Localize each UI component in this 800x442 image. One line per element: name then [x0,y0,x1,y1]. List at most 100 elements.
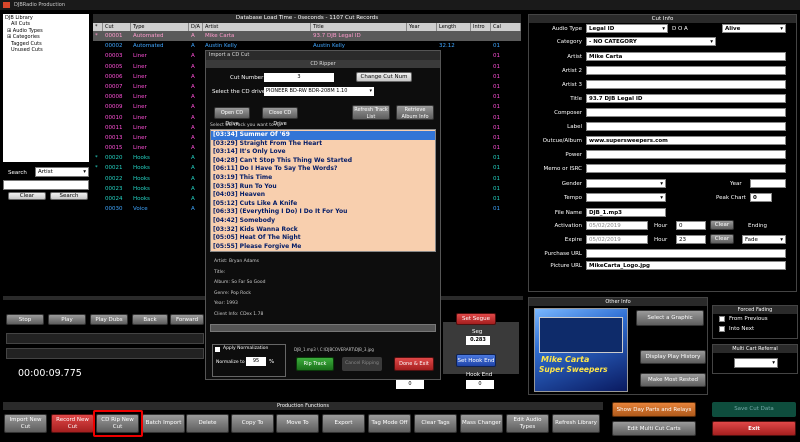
track-item[interactable]: [03:53] Run To You [211,183,435,192]
rip-track-button[interactable]: Rip Track [296,357,334,371]
library-tree[interactable]: DJB Library All Cuts ⊞ Audio Types ⊞ Cat… [3,14,89,162]
back-button[interactable]: Back [132,314,168,325]
search-button[interactable]: Search [50,192,88,200]
play-dubs-button[interactable]: Play Dubs [90,314,128,325]
production-button-copy-to[interactable]: Copy To [231,414,274,433]
track-item[interactable]: [04:28] Can't Stop This Thing We Started [211,157,435,166]
track-item[interactable]: [05:12] Cuts Like A Knife [211,200,435,209]
production-button-batch-import[interactable]: Batch Import [142,414,185,433]
from-previous-checkbox[interactable] [719,316,725,322]
cut-number-input[interactable]: 3 [264,73,334,82]
track-item[interactable]: [03:29] Straight From The Heart [211,140,435,149]
track-item[interactable]: [04:42] Somebody [211,217,435,226]
track-item[interactable]: [03:19] This Time [211,174,435,183]
activation-hour[interactable]: 0 [676,221,706,230]
artist-input[interactable]: Mike Carta [586,52,786,61]
tempo-select[interactable]: ▾ [586,193,666,202]
refresh-track-list-button[interactable]: Refresh Track List [352,105,390,120]
cancel-ripping-button[interactable]: Cancel Ripping [342,357,382,371]
production-button-record-new-cut[interactable]: Record New Cut [51,414,94,433]
production-button-move-to[interactable]: Move To [276,414,319,433]
expire-hour[interactable]: 23 [676,235,706,244]
col-type[interactable]: Type [131,23,189,31]
year-input[interactable] [750,179,786,188]
cut-artwork[interactable]: Mike Carta Super Sweepers [534,308,628,392]
artist2-input[interactable] [586,66,786,75]
into-next-checkbox[interactable] [719,326,725,332]
col-cal[interactable]: Cal [491,23,521,31]
exit-button[interactable]: Exit [712,421,796,436]
power-input[interactable] [586,150,786,159]
play-history-button[interactable]: Display Play History [640,350,706,364]
col-artist[interactable]: Artist [203,23,311,31]
production-button-mass-changer[interactable]: Mass Changer [460,414,503,433]
outcue-input[interactable]: www.supersweepers.com [586,136,786,145]
close-drive-button[interactable]: Close CD Drive [262,107,298,127]
tree-item-unused-cuts[interactable]: Unused Cuts [5,47,87,53]
production-button-tag-mode-off[interactable]: Tag Mode Off [368,414,411,433]
set-hook-end-button[interactable]: Set Hook End [456,354,496,367]
set-segue-button[interactable]: Set Segue [456,313,496,325]
normalize-value[interactable]: 95 [246,357,266,366]
col-cut[interactable]: Cut [103,23,131,31]
table-row[interactable]: * 00001 Automated A Mike Carta 93.7 DJB Legal… [93,31,521,42]
peak-input[interactable]: 0 [750,193,772,202]
track-item[interactable]: [03:14] It's Only Love [211,148,435,157]
track-item[interactable]: [03:34] Summer Of '69 [211,131,435,140]
production-button-delete[interactable]: Delete [186,414,229,433]
select-graphic-button[interactable]: Select a Graphic [636,310,704,326]
normalization-checkbox[interactable] [215,347,220,352]
hook-end-value[interactable]: 0 [466,380,494,389]
col-da[interactable]: D/A [189,23,203,31]
drive-select[interactable]: PIONEER BD-RW BDR-208M 1.10 ▾ [264,87,374,96]
track-item[interactable]: [06:33] (Everything I Do) I Do It For Yo… [211,208,435,217]
forward-button[interactable]: Forward [170,314,204,325]
doa-select[interactable]: Alive ▾ [722,24,786,33]
save-cut-button[interactable]: Save Cut Data [712,402,796,417]
seg-value[interactable]: 0.283 [466,336,490,345]
activation-clear-button[interactable]: Clear [710,220,734,230]
search-input[interactable] [3,180,89,190]
memo-input[interactable] [586,164,786,173]
col-flag[interactable]: * [93,23,103,31]
search-field-select[interactable]: Artist ▾ [35,167,89,177]
audio-type-select[interactable]: Legal ID ▾ [586,24,668,33]
done-exit-button[interactable]: Done & Exit [394,357,434,371]
production-button-edit-audio-types[interactable]: Edit Audio Types [506,414,549,433]
production-button-import-new-cut[interactable]: Import New Cut [4,414,47,433]
activation-date[interactable]: 05/02/2019 [586,221,648,230]
expire-clear-button[interactable]: Clear [710,234,734,244]
title-input[interactable]: 93.7 DJB Legal ID [586,94,786,103]
open-drive-button[interactable]: Open CD Drive [214,107,250,127]
retrieve-album-info-button[interactable]: Retrieve Album Info [396,105,434,120]
multi-carts-button[interactable]: Edit Multi Cut Carts [612,421,696,436]
multi-cart-select[interactable]: ▾ [734,358,778,368]
waveform-strip-2[interactable] [6,348,204,359]
track-item[interactable]: [04:03] Heaven [211,191,435,200]
filename-input[interactable]: DJB_1.mp3 [586,208,666,217]
track-item[interactable]: [03:32] Kids Wanna Rock [211,226,435,235]
gender-select[interactable]: ▾ [586,179,666,188]
picture-url-input[interactable]: MikeCarta_Logo.jpg [586,261,786,270]
artist3-input[interactable] [586,80,786,89]
most-rested-button[interactable]: Make Most Rested [640,373,706,387]
production-button-refresh-library[interactable]: Refresh Library [552,414,600,433]
col-year[interactable]: Year [407,23,437,31]
clear-search-button[interactable]: Clear [8,192,46,200]
label-input[interactable] [586,122,786,131]
composer-input[interactable] [586,108,786,117]
col-intro[interactable]: Intro [471,23,491,31]
track-item[interactable]: [05:55] Please Forgive Me [211,243,435,252]
day-parts-button[interactable]: Show Day Parts and Relays [612,402,696,417]
track-list[interactable]: [03:34] Summer Of '69 [03:29] Straight Fr… [210,129,436,252]
purchase-url-input[interactable] [586,249,786,258]
production-button-clear-tags[interactable]: Clear Tags [414,414,457,433]
col-length[interactable]: Length [437,23,471,31]
waveform-strip-1[interactable] [6,333,204,344]
col-title[interactable]: Title [311,23,407,31]
play-button[interactable]: Play [48,314,86,325]
category-select[interactable]: - NO CATEGORY ▾ [586,37,716,46]
extra-value[interactable]: 0 [396,380,424,389]
stop-button[interactable]: Stop [6,314,44,325]
change-cut-number-button[interactable]: Change Cut Num [356,72,412,82]
